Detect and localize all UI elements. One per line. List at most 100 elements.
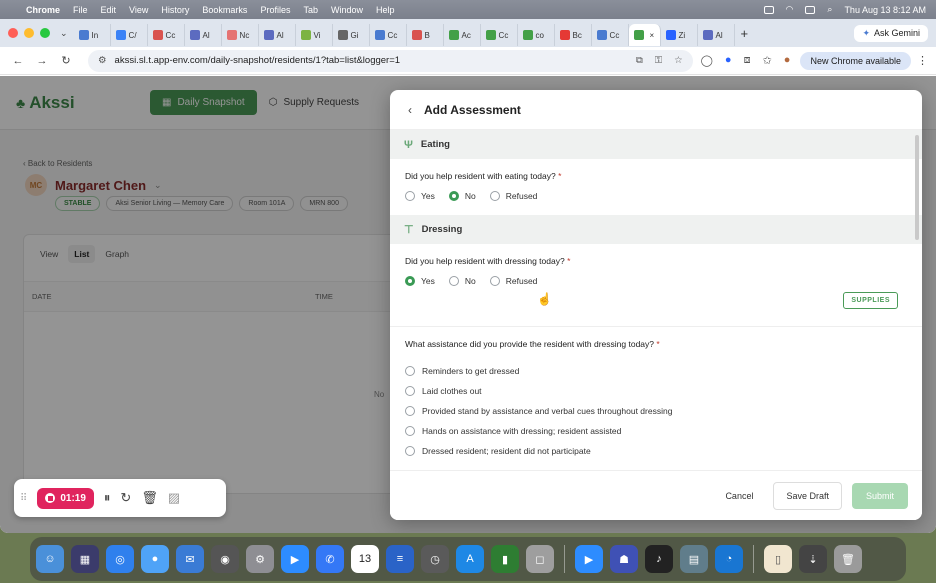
datetime[interactable]: Thu Aug 13 8:12 AM [844, 5, 926, 15]
extension-icon[interactable]: ◯ [701, 54, 713, 67]
browser-tab[interactable]: Ac [444, 24, 481, 46]
reload-icon[interactable]: ↻ [56, 54, 76, 67]
ask-gemini-button[interactable]: ✦ Ask Gemini [854, 24, 928, 42]
phone-icon[interactable]: ✆ [316, 545, 344, 573]
menu-window[interactable]: Window [331, 5, 363, 15]
extensions-puzzle-icon[interactable]: ⧈ [744, 54, 751, 67]
radio-circle[interactable] [489, 191, 500, 201]
modal-body[interactable]: Ψ Eating Did you help resident with eati… [390, 130, 922, 470]
eating-option-no[interactable]: No [448, 191, 476, 201]
radio-circle[interactable] [448, 276, 459, 286]
music-icon[interactable]: ♪ [645, 545, 673, 573]
stop-recording-button[interactable]: 01:19 [37, 487, 94, 509]
assist-option[interactable]: Reminders to get dressed [405, 361, 922, 381]
browser-tab[interactable]: C/ [111, 24, 148, 46]
radio-circle[interactable] [405, 366, 415, 376]
calendar-icon[interactable]: 13 [351, 545, 379, 573]
clock-icon[interactable]: ◷ [421, 545, 449, 573]
finder-icon[interactable]: ☺ [36, 545, 64, 573]
app-store-icon[interactable]: A [456, 545, 484, 573]
eating-option-refused[interactable]: Refused [489, 191, 537, 201]
menu-history[interactable]: History [161, 5, 189, 15]
radio-circle[interactable] [405, 426, 415, 436]
new-tab-button[interactable]: + [741, 26, 749, 41]
pause-icon[interactable]: ⏸ [104, 490, 111, 506]
robot-icon[interactable]: ☗ [610, 545, 638, 573]
chrome-icon[interactable]: ◉ [211, 545, 239, 573]
extension-icon[interactable]: ● [725, 54, 732, 67]
browser-tab[interactable]: Nc [222, 24, 259, 46]
drag-handle-icon[interactable]: ⠿ [20, 493, 27, 504]
browser-tab[interactable]: Bc [555, 24, 592, 46]
browser-tab[interactable]: × [628, 24, 661, 46]
browser-tab[interactable]: Gi [333, 24, 370, 46]
chevron-left-icon[interactable]: ‹ [408, 103, 412, 117]
browser-tab[interactable]: co [518, 24, 555, 46]
password-key-icon[interactable]: ⚿ [655, 55, 662, 66]
site-info-icon[interactable]: ⚙ [98, 55, 107, 66]
new-chrome-available-button[interactable]: New Chrome available [800, 51, 911, 70]
assist-option[interactable]: Laid clothes out [405, 381, 922, 401]
menu-profiles[interactable]: Profiles [260, 5, 290, 15]
browser-tab[interactable]: In [74, 24, 111, 46]
menu-help[interactable]: Help [376, 5, 395, 15]
browser-tab[interactable]: Cc [370, 24, 407, 46]
radio-circle-selected[interactable] [448, 191, 459, 201]
trash-icon[interactable]: 🗑 [834, 545, 862, 573]
minimize-window-button[interactable] [24, 28, 34, 38]
mail-icon[interactable]: ✉ [176, 545, 204, 573]
radio-circle[interactable] [405, 406, 415, 416]
screen-record-icon[interactable] [763, 5, 774, 14]
save-draft-button[interactable]: Save Draft [773, 481, 842, 510]
battery-icon[interactable] [805, 5, 816, 14]
supplies-button[interactable]: SUPPLIES [843, 292, 898, 309]
document-icon[interactable]: ▯ [764, 545, 792, 573]
browser-tab[interactable]: Vi [296, 24, 333, 46]
radio-circle[interactable] [489, 276, 500, 286]
time-machine-icon[interactable]: ◔ [715, 545, 743, 573]
browser-tab[interactable]: Zi [661, 24, 698, 46]
menu-file[interactable]: File [73, 5, 88, 15]
browser-tab[interactable]: Al [259, 24, 296, 46]
trash-icon[interactable]: 🗑 [141, 490, 158, 506]
files-icon[interactable]: ▮ [491, 545, 519, 573]
radio-circle-selected[interactable] [405, 276, 415, 286]
dressing-option-refused[interactable]: Refused [489, 276, 537, 286]
address-bar[interactable]: ⚙ akssi.sl.t.app-env.com/daily-snapshot/… [88, 49, 693, 72]
screenshot-icon[interactable]: ◻ [526, 545, 554, 573]
url-text[interactable]: akssi.sl.t.app-env.com/daily-snapshot/re… [115, 55, 401, 66]
wifi-icon[interactable]: ◠ [786, 4, 794, 15]
launchpad-icon[interactable]: ▦ [71, 545, 99, 573]
browser-tab[interactable]: Cc [148, 24, 185, 46]
more-menu-icon[interactable]: ⋮ [917, 54, 928, 67]
radio-circle[interactable] [405, 191, 415, 201]
search-icon[interactable]: ⌕ [827, 4, 832, 15]
menu-view[interactable]: View [129, 5, 148, 15]
menu-tab[interactable]: Tab [303, 5, 318, 15]
notes-icon[interactable]: ≡ [386, 545, 414, 573]
settings-gear-icon[interactable]: ⚙ [246, 545, 274, 573]
menu-chrome[interactable]: Chrome [26, 5, 60, 15]
safari-icon[interactable]: ◎ [106, 545, 134, 573]
camera-off-icon[interactable]: ▨ [168, 490, 180, 506]
assist-option[interactable]: Provided stand by assistance and verbal … [405, 401, 922, 421]
browser-tab[interactable]: Cc [592, 24, 629, 46]
radio-circle[interactable] [405, 446, 415, 456]
dressing-option-yes[interactable]: Yes [405, 276, 435, 286]
bookmark-star-icon[interactable]: ☆ [674, 55, 683, 66]
downloads-icon[interactable]: ⇣ [799, 545, 827, 573]
profile-avatar[interactable]: ● [784, 54, 791, 67]
close-window-button[interactable] [8, 28, 18, 38]
menu-edit[interactable]: Edit [101, 5, 117, 15]
zoom-icon[interactable]: ▶ [281, 545, 309, 573]
close-tab-icon[interactable]: × [650, 31, 655, 40]
dressing-option-no[interactable]: No [448, 276, 476, 286]
browser-tab[interactable]: Cc [481, 24, 518, 46]
facetime-icon[interactable]: ▶ [575, 545, 603, 573]
radio-circle[interactable] [405, 386, 415, 396]
restart-icon[interactable]: ↻ [120, 490, 131, 506]
messages-icon[interactable]: ● [141, 545, 169, 573]
eating-option-yes[interactable]: Yes [405, 191, 435, 201]
assist-option[interactable]: Dressed resident; resident did not parti… [405, 441, 922, 461]
browser-tab[interactable]: Al [185, 24, 222, 46]
